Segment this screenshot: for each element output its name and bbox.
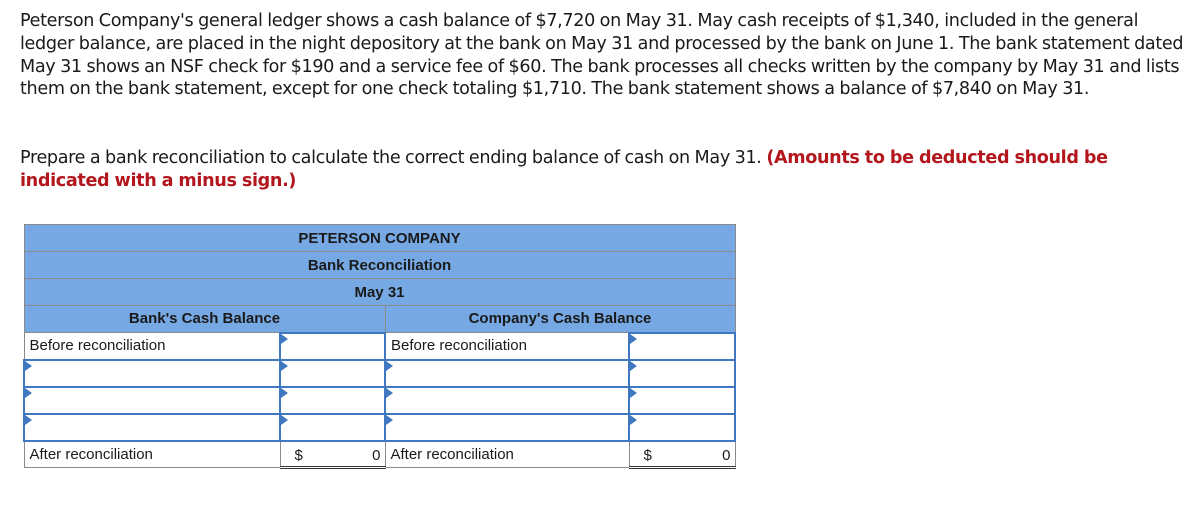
- bank-after-total: $ 0: [279, 440, 386, 469]
- bank-adjustment-3-label-dropdown[interactable]: [25, 414, 279, 440]
- bank-adjustment-1-amount-cell[interactable]: [279, 358, 386, 388]
- company-after-currency: $: [643, 446, 652, 464]
- company-cash-balance-header: Company's Cash Balance: [384, 305, 736, 333]
- header-date-row: May 31: [23, 278, 736, 306]
- bank-cash-balance-header: Bank's Cash Balance: [23, 305, 386, 333]
- company-name: PETERSON COMPANY: [23, 224, 736, 252]
- company-adjustment-3-label-dropdown[interactable]: [386, 414, 628, 440]
- bank-adjustment-3-amount-cell[interactable]: [279, 412, 386, 442]
- company-adjustment-2-amount-input[interactable]: [630, 387, 734, 413]
- bank-adjustment-1-amount-input[interactable]: [281, 360, 384, 386]
- company-adjustment-1-amount-cell[interactable]: [628, 358, 736, 388]
- bank-adjustment-3-amount-input[interactable]: [281, 414, 384, 440]
- adjustment-row: [23, 385, 736, 415]
- section-header-row: Bank's Cash Balance Company's Cash Balan…: [23, 305, 736, 333]
- company-adjustment-1-label-cell[interactable]: [384, 358, 630, 388]
- company-adjustment-3-amount-input[interactable]: [630, 414, 734, 440]
- bank-adjustment-2-amount-input[interactable]: [281, 387, 384, 413]
- company-adjustment-2-label-dropdown[interactable]: [386, 387, 628, 413]
- company-adjustment-1-label-dropdown[interactable]: [386, 360, 628, 386]
- bank-adjustment-3-label-cell[interactable]: [23, 412, 281, 442]
- company-adjustment-2-amount-cell[interactable]: [628, 385, 736, 415]
- bank-adjustment-1-label-cell[interactable]: [23, 358, 281, 388]
- bank-after-label: After reconciliation: [23, 440, 281, 468]
- bank-before-label: Before reconciliation: [23, 332, 281, 360]
- instruction-text: Prepare a bank reconciliation to calcula…: [20, 148, 762, 168]
- bank-adjustment-2-label-cell[interactable]: [23, 385, 281, 415]
- statement-title: Bank Reconciliation: [23, 251, 736, 279]
- company-before-amount-input[interactable]: [630, 333, 734, 359]
- bank-before-amount-cell[interactable]: [279, 331, 386, 361]
- company-after-label: After reconciliation: [384, 440, 630, 468]
- company-adjustment-1-amount-input[interactable]: [630, 360, 734, 386]
- bank-adjustment-2-label-dropdown[interactable]: [25, 387, 279, 413]
- bank-after-value: 0: [372, 446, 381, 464]
- company-before-amount-cell[interactable]: [628, 331, 736, 361]
- company-adjustment-3-amount-cell[interactable]: [628, 412, 736, 442]
- bank-after-currency: $: [294, 446, 303, 464]
- company-adjustment-2-label-cell[interactable]: [384, 385, 630, 415]
- company-adjustment-3-label-cell[interactable]: [384, 412, 630, 442]
- bank-adjustment-1-label-dropdown[interactable]: [25, 360, 279, 386]
- instruction: Prepare a bank reconciliation to calcula…: [20, 147, 1185, 193]
- before-reconciliation-row: Before reconciliation Before reconciliat…: [23, 331, 736, 361]
- adjustment-row: [23, 412, 736, 442]
- problem-text: Peterson Company's general ledger shows …: [20, 11, 1184, 100]
- bank-before-amount-input[interactable]: [281, 333, 384, 359]
- company-after-total: $ 0: [628, 440, 736, 469]
- adjustment-row: [23, 358, 736, 388]
- bank-adjustment-2-amount-cell[interactable]: [279, 385, 386, 415]
- statement-date: May 31: [23, 278, 736, 306]
- header-title-row: Bank Reconciliation: [23, 251, 736, 279]
- company-before-label: Before reconciliation: [384, 332, 630, 360]
- bank-reconciliation-table: PETERSON COMPANY Bank Reconciliation May…: [23, 224, 736, 469]
- header-company-row: PETERSON COMPANY: [23, 224, 736, 252]
- after-reconciliation-row: After reconciliation $ 0 After reconcili…: [23, 440, 736, 469]
- company-after-value: 0: [722, 446, 731, 464]
